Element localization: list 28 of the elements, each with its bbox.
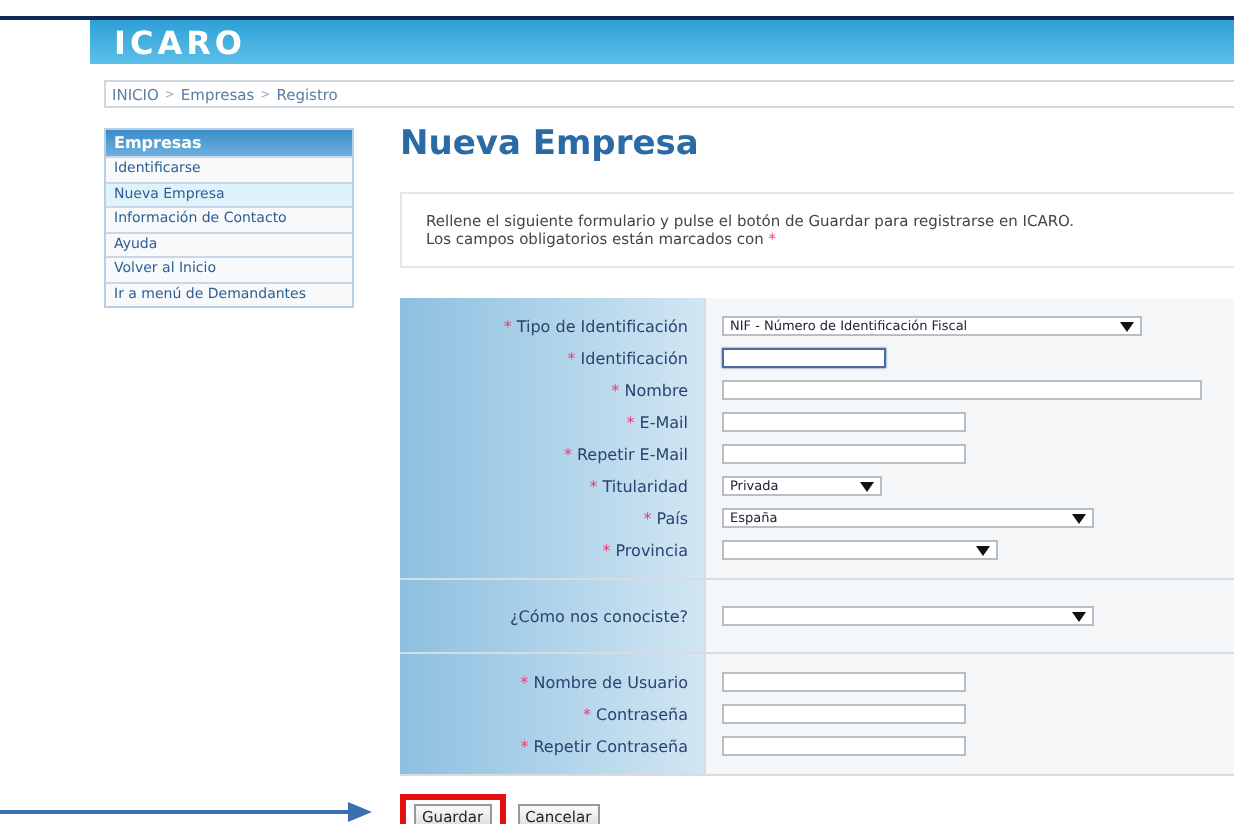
caret-icon: [860, 481, 874, 491]
input-field[interactable]: [722, 380, 1202, 400]
field-label: * Tipo de Identificación: [503, 317, 688, 335]
input-field[interactable]: [722, 444, 966, 464]
field-label: * E-Mail: [626, 413, 688, 431]
dropdown[interactable]: [722, 606, 1094, 626]
input-field[interactable]: [722, 412, 966, 432]
input-field[interactable]: [722, 736, 966, 756]
sidebar-title: Empresas: [106, 130, 352, 156]
field-label: * Repetir E-Mail: [563, 445, 688, 463]
field-label: * Provincia: [602, 541, 688, 559]
field-label: * Contraseña: [583, 705, 688, 723]
field-label: * Titularidad: [589, 477, 688, 495]
field-label: * Repetir Contraseña: [520, 737, 688, 755]
input-field[interactable]: [722, 348, 886, 368]
input-field[interactable]: [722, 672, 966, 692]
field-label: * Nombre de Usuario: [520, 673, 688, 691]
input-field[interactable]: [722, 704, 966, 724]
caret-icon: [1120, 321, 1134, 331]
caret-icon: [976, 545, 990, 555]
field-label: * Nombre: [611, 381, 688, 399]
page-title: Nueva Empresa: [400, 124, 701, 164]
field-label: ¿Cómo nos conociste?: [510, 607, 688, 625]
dropdown[interactable]: [722, 540, 998, 560]
caret-icon: [1072, 611, 1086, 621]
caret-icon: [1072, 513, 1086, 523]
field-label: * Identificación: [567, 349, 688, 367]
field-label: * País: [643, 509, 688, 527]
